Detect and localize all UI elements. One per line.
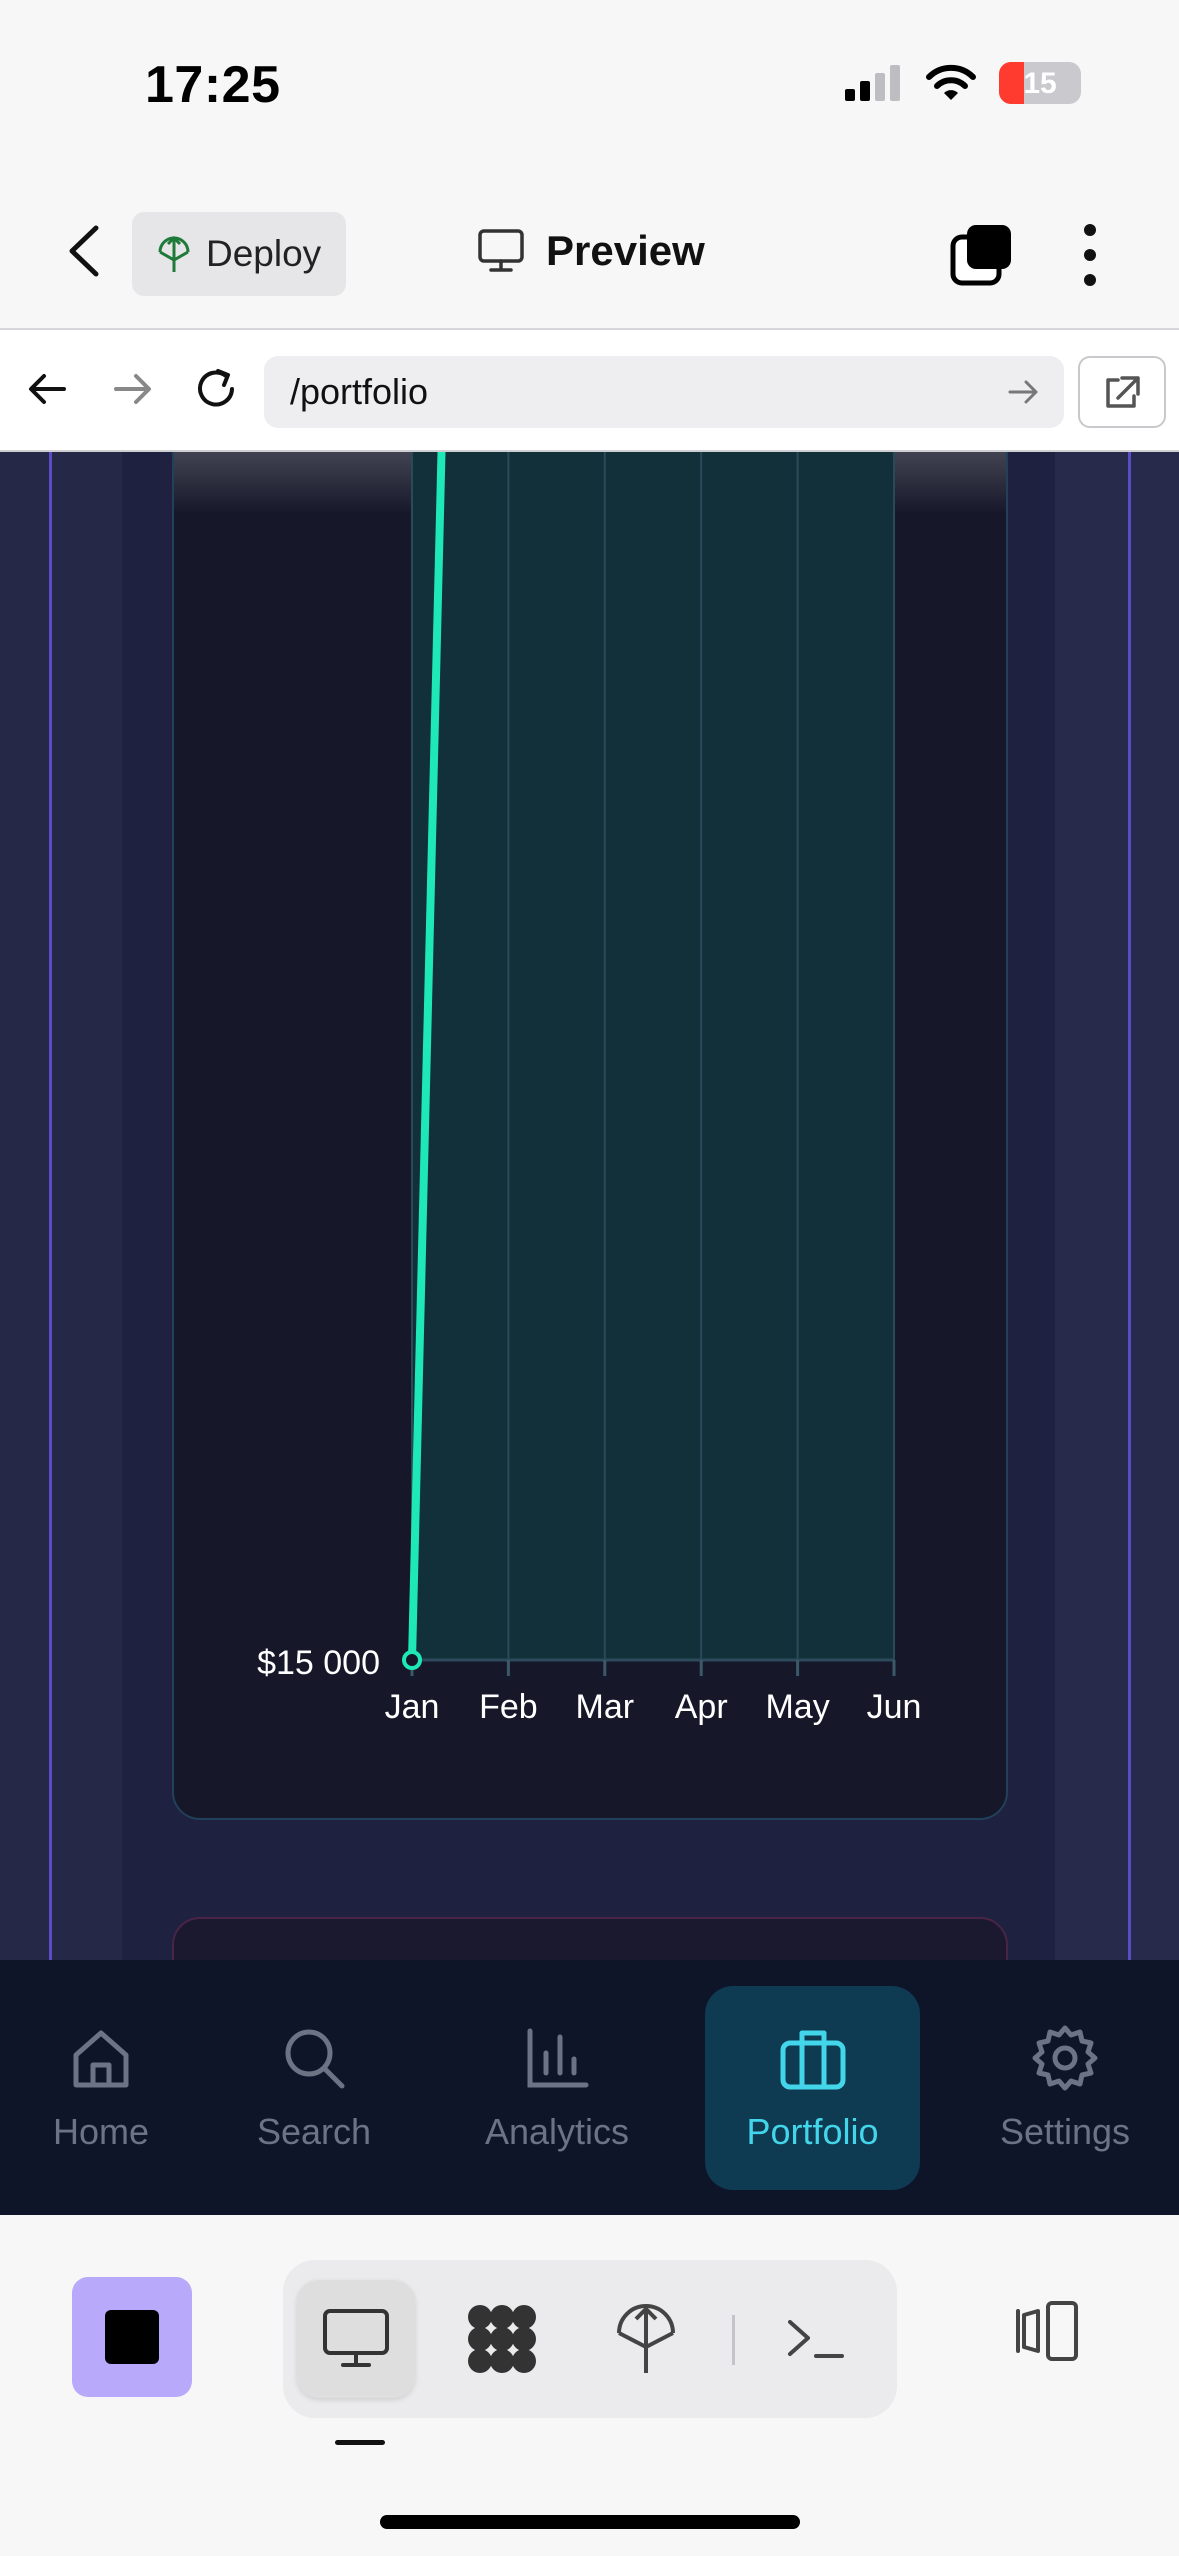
tab-label-home: Home — [52, 2111, 150, 2152]
briefcase-icon — [780, 2030, 845, 2090]
active-mode-indicator — [335, 2440, 385, 2445]
status-bar: 17:25 15 — [0, 0, 1179, 175]
deploy-label: Deploy — [206, 233, 322, 274]
gear-icon — [1032, 2025, 1098, 2091]
analytics-icon — [527, 2028, 589, 2088]
more-vertical-icon[interactable] — [1070, 220, 1110, 290]
wifi-icon — [926, 64, 976, 100]
home-indicator — [380, 2515, 800, 2529]
tab-home[interactable]: Home — [22, 1986, 180, 2190]
tab-portfolio[interactable]: Portfolio — [705, 1986, 920, 2190]
view-mode-group — [283, 2260, 897, 2418]
x-label-mar: Mar — [576, 1688, 635, 1726]
bottom-toolbar — [0, 2215, 1179, 2556]
chart-area-fill — [412, 452, 894, 1660]
tab-label-analytics: Analytics — [484, 2111, 630, 2152]
stop-button[interactable] — [72, 2277, 192, 2397]
reload-icon[interactable] — [188, 361, 244, 417]
portfolio-chart: Jan Feb Mar Apr May Jun $15 000 — [257, 452, 922, 1726]
battery-icon: 15 — [999, 62, 1081, 104]
tab-bar: Home Search Analytics Portfolio Settings — [0, 1960, 1179, 2215]
external-link-icon — [1106, 376, 1140, 408]
url-text: /portfolio — [290, 371, 429, 412]
x-axis-ticks — [410, 1660, 896, 1676]
preview-label: Preview — [546, 227, 705, 274]
search-icon — [285, 2029, 345, 2089]
go-arrow-icon[interactable] — [1002, 370, 1046, 414]
browser-back-icon[interactable] — [20, 361, 76, 417]
stop-icon — [105, 2310, 159, 2364]
signal-icon — [845, 65, 900, 101]
preview-mode-button[interactable] — [297, 2280, 415, 2398]
deploy-button[interactable]: Deploy — [132, 212, 346, 296]
workflow-icon — [468, 2305, 536, 2373]
back-chevron-icon[interactable] — [58, 220, 112, 282]
terminal-icon — [788, 2320, 844, 2358]
layers-icon[interactable] — [950, 223, 1014, 287]
web-content: Jan Feb Mar Apr May Jun $15 000 — [0, 452, 1179, 1960]
x-label-feb: Feb — [479, 1688, 538, 1726]
status-icons: 15 — [845, 62, 1081, 104]
deploy-mode-button[interactable] — [587, 2280, 705, 2398]
app-header: Deploy Preview — [0, 175, 1179, 330]
status-time: 17:25 — [145, 56, 281, 114]
url-field[interactable]: /portfolio — [264, 356, 1064, 428]
tab-analytics[interactable]: Analytics — [462, 1986, 652, 2190]
monitor-icon — [478, 229, 524, 272]
x-label-may: May — [765, 1688, 829, 1726]
tab-search[interactable]: Search — [238, 1986, 390, 2190]
mode-divider — [732, 2315, 735, 2365]
tab-label-settings: Settings — [999, 2111, 1131, 2152]
x-label-jun: Jun — [867, 1688, 922, 1726]
tab-settings[interactable]: Settings — [980, 1986, 1150, 2190]
home-icon — [73, 2030, 129, 2088]
data-point-jan[interactable] — [402, 1650, 422, 1670]
workflow-mode-button[interactable] — [443, 2280, 561, 2398]
browser-forward-icon[interactable] — [104, 361, 160, 417]
deploy-icon — [158, 235, 190, 272]
tab-label-search: Search — [256, 2111, 372, 2152]
console-mode-button[interactable] — [757, 2280, 875, 2398]
battery-level: 15 — [1023, 67, 1057, 100]
x-label-jan: Jan — [385, 1688, 440, 1726]
preview-title: Preview — [478, 227, 705, 275]
monitor-icon — [323, 2309, 389, 2367]
browser-bar: /portfolio — [0, 330, 1179, 452]
x-axis-labels: Jan Feb Mar Apr May Jun — [385, 1688, 922, 1726]
deploy-icon — [617, 2304, 675, 2373]
x-label-apr: Apr — [675, 1688, 728, 1726]
y-tick-label: $15 000 — [257, 1644, 380, 1682]
tab-label-portfolio: Portfolio — [746, 2111, 879, 2152]
open-external-button[interactable] — [1078, 356, 1166, 428]
split-view-icon[interactable] — [1010, 2295, 1082, 2367]
